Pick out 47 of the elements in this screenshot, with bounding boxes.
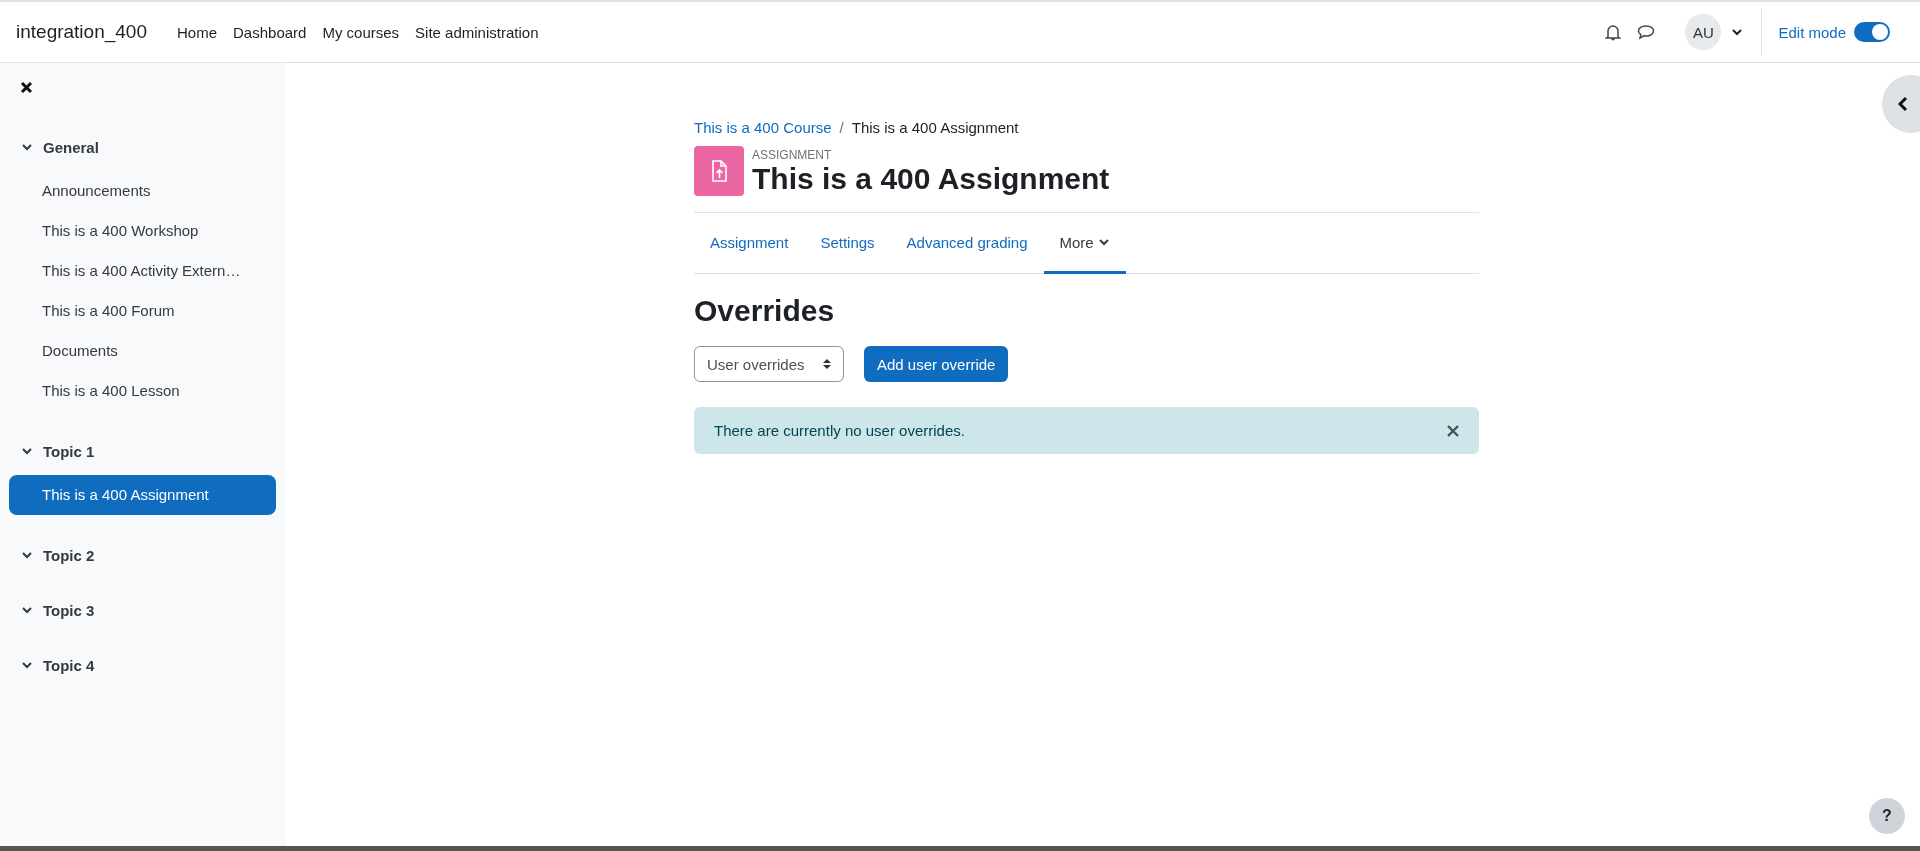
chevron-down-icon[interactable] <box>21 659 33 671</box>
course-index-item[interactable]: Documents <box>9 331 276 371</box>
override-type-select[interactable]: User overrides <box>694 346 844 382</box>
sort-caret-icon <box>823 358 831 370</box>
file-upload-icon <box>694 146 744 196</box>
add-override-button[interactable]: Add user override <box>864 346 1009 382</box>
nav-tab[interactable]: Settings <box>804 213 891 274</box>
nav-link[interactable]: Home <box>169 23 225 41</box>
activity-type-label: ASSIGNMENT <box>752 147 833 162</box>
section-heading: Overrides <box>694 294 836 328</box>
section-title[interactable]: Topic 3 <box>43 601 95 619</box>
nav-link[interactable]: Site administration <box>407 23 547 41</box>
nav-tab[interactable]: More <box>1043 213 1126 274</box>
nav-link[interactable]: Dashboard <box>225 23 315 41</box>
close-icon[interactable] <box>20 81 33 94</box>
chevron-down-icon <box>1731 26 1744 38</box>
course-index-item[interactable]: This is a 400 Forum <box>9 291 276 331</box>
site-name[interactable]: integration_400 <box>16 21 147 43</box>
close-icon[interactable] <box>1447 424 1459 437</box>
nav-tab[interactable]: Advanced grading <box>890 213 1044 274</box>
edit-mode-label: Edit mode <box>1778 23 1846 41</box>
course-index-item[interactable]: This is a 400 Lesson <box>9 371 276 411</box>
user-avatar[interactable]: AU <box>1685 14 1722 50</box>
course-index-item[interactable]: Announcements <box>9 171 276 211</box>
breadcrumb-link[interactable]: This is a 400 Course <box>694 119 832 136</box>
breadcrumb-current: This is a 400 Assignment <box>851 119 1019 136</box>
chevron-left-icon <box>1898 97 1908 111</box>
section-title[interactable]: Topic 2 <box>43 546 95 564</box>
course-index-item[interactable]: This is a 400 Assignment <box>9 475 276 515</box>
nav-tab[interactable]: Assignment <box>694 213 805 274</box>
chevron-down-icon[interactable] <box>21 549 33 561</box>
course-index-item[interactable]: This is a 400 Workshop <box>9 211 276 251</box>
help-button[interactable]: ? <box>1869 798 1905 834</box>
alert-message: There are currently no user overrides. <box>714 422 965 439</box>
chevron-down-icon[interactable] <box>21 141 33 153</box>
section-title[interactable]: Topic 4 <box>43 656 95 674</box>
section-title[interactable]: Topic 1 <box>43 442 95 460</box>
speech-bubble-icon[interactable] <box>1637 24 1656 40</box>
edit-mode-toggle[interactable] <box>1854 22 1890 42</box>
nav-link[interactable]: My courses <box>314 23 408 41</box>
section-title[interactable]: General <box>43 138 99 156</box>
chevron-down-icon[interactable] <box>21 604 33 616</box>
chevron-down-icon[interactable] <box>21 445 33 457</box>
page-title: This is a 400 Assignment <box>752 161 1110 195</box>
course-index-item[interactable]: This is a 400 Activity Extern… <box>9 251 276 291</box>
breadcrumb-separator: / <box>839 119 844 136</box>
bell-icon[interactable] <box>1605 23 1622 41</box>
